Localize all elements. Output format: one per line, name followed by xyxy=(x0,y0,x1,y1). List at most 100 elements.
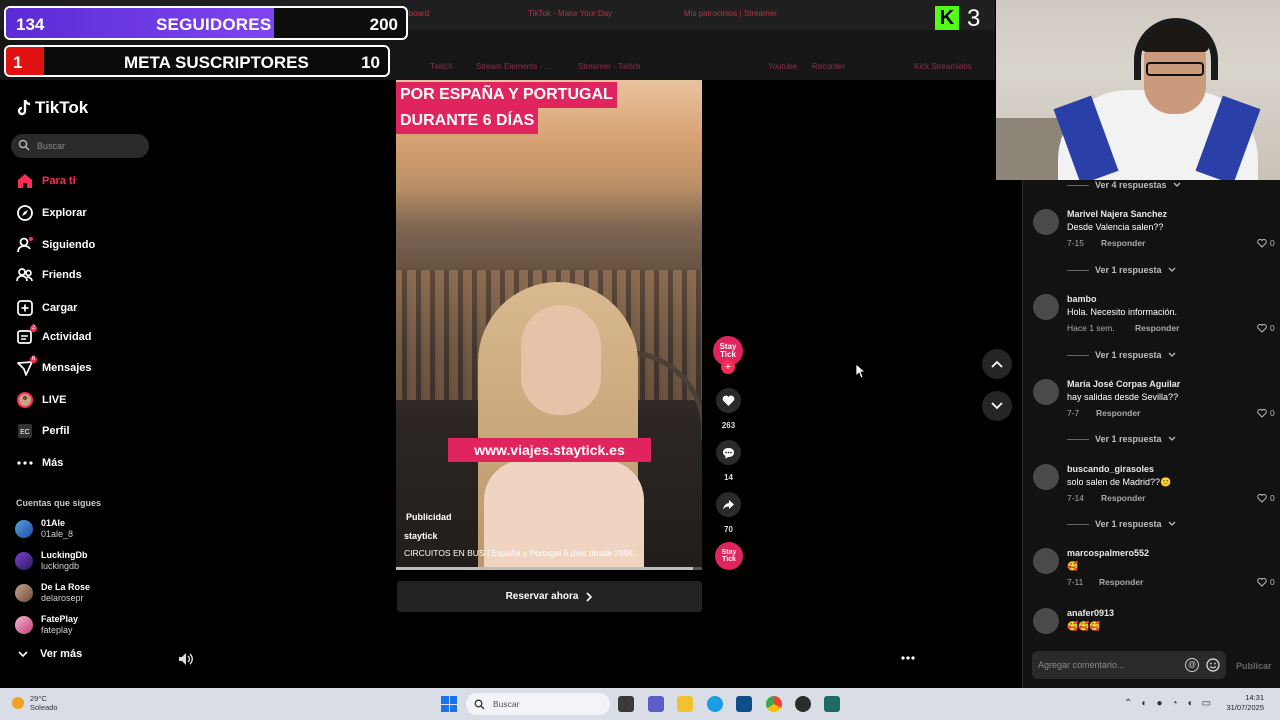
followed-account[interactable]: 01Ale 01ale_8 xyxy=(15,516,73,542)
bookmark[interactable]: Streamer - Twitch xyxy=(578,62,641,71)
video-headline-line1: POR ESPAÑA Y PORTUGAL xyxy=(396,82,617,108)
more-icon xyxy=(17,461,33,465)
bookmark[interactable]: Youtube xyxy=(768,62,797,71)
share-count: 70 xyxy=(724,525,733,534)
file-explorer-icon[interactable] xyxy=(677,696,693,712)
view-replies-button[interactable]: Ver 1 respuesta xyxy=(1067,519,1176,529)
reply-button[interactable]: Responder xyxy=(1096,408,1140,418)
reply-button[interactable]: Responder xyxy=(1135,323,1179,333)
nav-item-siguiendo[interactable]: Siguiendo xyxy=(16,234,95,256)
task-view-icon[interactable] xyxy=(618,696,634,712)
commenter-name[interactable]: anafer0913 xyxy=(1067,608,1114,618)
replies-divider xyxy=(1067,523,1089,525)
tiktok-logo[interactable]: TikTok xyxy=(16,98,88,118)
bookmark[interactable]: Stream Elements - ... xyxy=(476,62,551,71)
chevron-down-icon xyxy=(1173,182,1181,187)
nav-label: Perfil xyxy=(42,425,70,437)
commenter-avatar[interactable] xyxy=(1033,209,1059,235)
nav-item-explorar[interactable]: Explorar xyxy=(16,202,87,224)
store-icon[interactable] xyxy=(736,696,752,712)
view-replies-button[interactable]: Ver 1 respuesta xyxy=(1067,265,1176,275)
reply-button[interactable]: Responder xyxy=(1101,238,1145,248)
view-replies-button[interactable]: Ver 1 respuesta xyxy=(1067,350,1176,360)
nav-item-live[interactable]: LIVE xyxy=(16,389,66,411)
weather-widget[interactable]: 29°C Soleado xyxy=(12,694,58,712)
weather-desc: Soleado xyxy=(30,703,58,712)
commenter-avatar[interactable] xyxy=(1033,608,1059,634)
teams-icon[interactable] xyxy=(648,696,664,712)
browser-tab[interactable]: TikTok - Make Your Day xyxy=(528,9,612,18)
previous-video-button[interactable] xyxy=(982,349,1012,379)
nav-item-friends[interactable]: Friends xyxy=(16,264,82,286)
taskbar-search-input[interactable] xyxy=(493,694,593,714)
search-input[interactable] xyxy=(37,134,145,158)
commenter-avatar[interactable] xyxy=(1033,379,1059,405)
video-headline-line2: DURANTE 6 DÍAS xyxy=(396,108,539,134)
publish-button[interactable]: Publicar xyxy=(1236,661,1272,671)
speaker-icon[interactable]: ◖ xyxy=(1187,698,1193,709)
book-now-button[interactable]: Reservar ahora xyxy=(397,581,702,612)
chevron-up-icon xyxy=(991,360,1003,368)
battery-icon[interactable]: ▭ xyxy=(1202,698,1211,709)
browser-tab[interactable]: Mis patrocinios | Streamer xyxy=(684,9,777,18)
video-progress-bar[interactable] xyxy=(396,567,702,570)
home-icon xyxy=(18,174,32,188)
follow-plus-icon[interactable]: + xyxy=(721,360,735,374)
volume-icon[interactable] xyxy=(178,652,194,666)
app-icon[interactable] xyxy=(824,696,840,712)
next-video-button[interactable] xyxy=(982,391,1012,421)
comment-like-button[interactable]: 0 xyxy=(1257,323,1275,333)
commenter-avatar[interactable] xyxy=(1033,548,1059,574)
nav-item-mas[interactable]: Más xyxy=(16,452,63,474)
followed-account[interactable]: LuckingDb luckingdb xyxy=(15,548,88,574)
commenter-name[interactable]: Marivel Najera Sanchez xyxy=(1067,209,1167,219)
commenter-avatar[interactable] xyxy=(1033,464,1059,490)
comment-like-button[interactable]: 0 xyxy=(1257,408,1275,418)
view-replies-button[interactable]: Ver 1 respuesta xyxy=(1067,434,1176,444)
reply-button[interactable]: Responder xyxy=(1101,493,1145,503)
video-player[interactable]: POR ESPAÑA Y PORTUGAL DURANTE 6 DÍAS www… xyxy=(396,80,702,569)
nav-item-para-ti[interactable]: Para ti xyxy=(16,170,76,192)
nav-item-mensajes[interactable]: 6 Mensajes xyxy=(16,356,92,379)
video-author[interactable]: staytick xyxy=(404,531,438,541)
reply-button[interactable]: Responder xyxy=(1099,577,1143,587)
mention-icon[interactable]: @ xyxy=(1185,658,1199,672)
comment-like-button[interactable]: 0 xyxy=(1257,238,1275,248)
microphone-icon[interactable]: ● xyxy=(1156,698,1162,709)
bookmark[interactable]: Kick Streamlabs xyxy=(914,62,972,71)
wifi-icon[interactable]: ◔ xyxy=(1171,698,1177,709)
nav-label: Más xyxy=(42,457,64,469)
comment-button[interactable] xyxy=(716,440,741,465)
commenter-avatar[interactable] xyxy=(1033,294,1059,320)
comment-input[interactable] xyxy=(1038,651,1178,679)
bookmark[interactable]: Recorder xyxy=(812,62,845,71)
comment-like-button[interactable]: 0 xyxy=(1257,493,1275,503)
nav-item-cargar[interactable]: Cargar xyxy=(16,297,77,319)
like-button[interactable] xyxy=(716,388,741,413)
more-options-icon[interactable] xyxy=(900,650,916,666)
bookmark[interactable]: Twitch xyxy=(430,62,453,71)
nav-label: Cargar xyxy=(42,302,78,314)
commenter-name[interactable]: marcospalmero552 xyxy=(1067,548,1149,558)
edge-icon[interactable] xyxy=(707,696,723,712)
nav-item-actividad[interactable]: 2 Actividad xyxy=(16,325,92,348)
followed-account[interactable]: De La Rose delarosepr xyxy=(15,580,90,606)
chrome-icon[interactable] xyxy=(766,696,782,712)
obs-icon[interactable] xyxy=(795,696,811,712)
emoji-icon[interactable] xyxy=(1206,658,1220,672)
commenter-name[interactable]: buscando_girasoles xyxy=(1067,464,1154,474)
commenter-name[interactable]: bambo xyxy=(1067,294,1097,304)
windows-start-icon[interactable] xyxy=(441,696,457,712)
share-button[interactable] xyxy=(716,492,741,517)
network-icon[interactable]: ◐ xyxy=(1141,698,1147,709)
commenter-name[interactable]: María José Corpas Aguilar xyxy=(1067,379,1180,389)
view-replies-button[interactable]: Ver 4 respuestas xyxy=(1067,180,1181,190)
comment-like-button[interactable]: 0 xyxy=(1257,577,1275,587)
taskbar-clock[interactable]: 14:31 31/07/2025 xyxy=(1222,693,1264,713)
chevron-up-icon[interactable]: ⌃ xyxy=(1124,698,1132,709)
music-disc[interactable]: Stay Tick xyxy=(715,542,743,570)
nav-label: Friends xyxy=(42,269,82,281)
followed-account[interactable]: FatePlay fateplay xyxy=(15,612,78,638)
nav-item-perfil[interactable]: EC Perfil xyxy=(16,420,70,442)
see-more-button[interactable]: Ver más xyxy=(18,648,82,660)
